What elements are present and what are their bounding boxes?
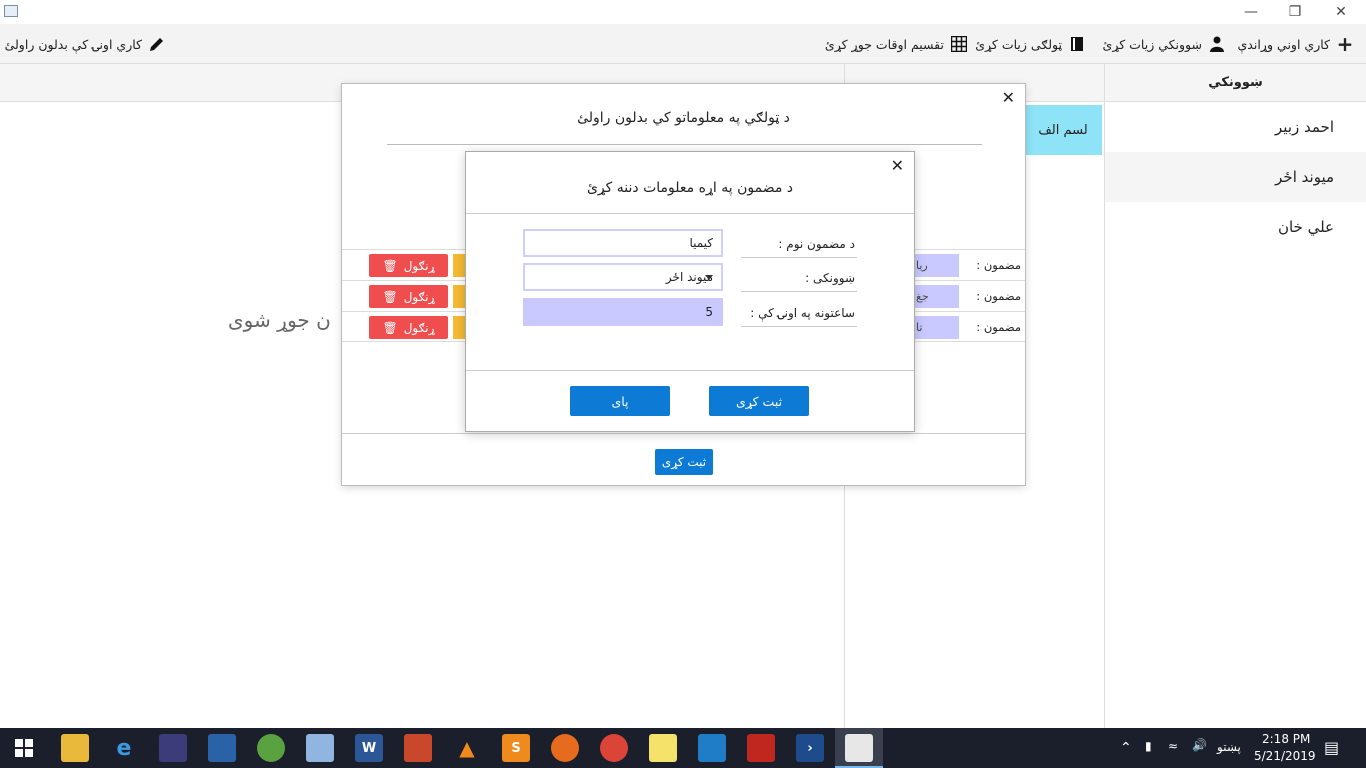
app-icon-2[interactable] bbox=[208, 734, 236, 762]
delete-subject-button[interactable]: ړنګول 🗑 bbox=[369, 316, 448, 339]
vscode-icon[interactable] bbox=[698, 734, 726, 762]
subject-name-input[interactable]: کيميا bbox=[523, 229, 723, 257]
book-icon bbox=[1068, 35, 1086, 53]
vlc-icon[interactable]: ▲ bbox=[453, 734, 481, 762]
windows-start-icon[interactable] bbox=[10, 734, 38, 762]
teachers-panel-header: ښوونكي bbox=[1105, 64, 1366, 102]
teacher-item[interactable]: ميوند اځر bbox=[1105, 152, 1366, 202]
subject-label: مضمون : bbox=[976, 289, 1021, 303]
battery-icon[interactable]: ▮ bbox=[1145, 739, 1152, 753]
clock-date[interactable]: 5/21/2019 bbox=[1254, 749, 1316, 763]
teacher-select[interactable]: ميوند اځر bbox=[523, 263, 723, 291]
java-app-icon[interactable] bbox=[845, 734, 873, 762]
edge-icon[interactable]: e bbox=[110, 734, 138, 762]
close-icon[interactable]: ✕ bbox=[891, 156, 904, 175]
app-icon-3[interactable] bbox=[257, 734, 285, 762]
subject-name-label: د مضمون نوم : bbox=[741, 230, 857, 258]
pencil-icon bbox=[148, 35, 166, 53]
divider bbox=[342, 433, 1025, 434]
toolbar: + كاري اوني وړاندې ښوونكي زيات كړئ ټولګی… bbox=[0, 24, 1366, 64]
add-work-day-button[interactable]: + كاري اوني وړاندې bbox=[1238, 32, 1355, 56]
subject-label: مضمون : bbox=[976, 258, 1021, 272]
teacher-item[interactable]: احمد زبير bbox=[1105, 102, 1366, 152]
file-explorer-icon[interactable] bbox=[61, 734, 89, 762]
save-class-button[interactable]: ثبت کړی bbox=[655, 449, 713, 475]
pdf-reader-icon[interactable] bbox=[747, 734, 775, 762]
app-icon-4[interactable] bbox=[306, 734, 334, 762]
app-icon-1[interactable] bbox=[159, 734, 187, 762]
taskbar: e W ▲ S › ⌃ ▮ ≈ 🔊 پښتو 2:18 PM 5/21/2019… bbox=[0, 728, 1366, 768]
change-work-days-button[interactable]: كاري اونۍ كې بدلون راولئ bbox=[5, 32, 166, 56]
notifications-icon[interactable]: ▤ bbox=[1324, 738, 1339, 757]
divider bbox=[387, 144, 982, 145]
sublime-icon[interactable]: S bbox=[502, 734, 530, 762]
grid-icon bbox=[950, 35, 968, 53]
add-teacher-button[interactable]: ښوونكي زيات كړئ bbox=[1103, 32, 1226, 56]
teacher-item[interactable]: علي خان bbox=[1105, 202, 1366, 252]
hours-input[interactable]: 5 bbox=[523, 298, 723, 326]
subject-value: تا bbox=[913, 316, 959, 339]
trash-icon: 🗑 bbox=[382, 289, 398, 304]
volume-icon[interactable]: 🔊 bbox=[1192, 738, 1207, 752]
create-schedule-button[interactable]: تقسيم اوقات جوړ كړئ bbox=[825, 32, 968, 56]
subject-value: ريا bbox=[913, 254, 959, 277]
delete-subject-button[interactable]: ړنګول 🗑 bbox=[369, 285, 448, 308]
submit-subject-button[interactable]: ثبت کړی bbox=[709, 386, 809, 416]
app-icon bbox=[4, 5, 18, 17]
trash-icon: 🗑 bbox=[382, 320, 398, 335]
powershell-icon[interactable]: › bbox=[796, 734, 824, 762]
chevron-down-icon bbox=[705, 275, 713, 280]
close-window-button[interactable]: ✕ bbox=[1318, 0, 1364, 24]
sticky-notes-icon[interactable] bbox=[649, 734, 677, 762]
word-icon[interactable]: W bbox=[355, 734, 383, 762]
subject-label: مضمون : bbox=[976, 320, 1021, 334]
teachers-panel: ښوونكي احمد زبير ميوند اځر علي خان bbox=[1105, 64, 1366, 728]
firefox-icon[interactable] bbox=[551, 734, 579, 762]
subject-value: جغ bbox=[913, 285, 959, 308]
chrome-icon[interactable] bbox=[600, 734, 628, 762]
language-indicator[interactable]: پښتو bbox=[1217, 740, 1241, 754]
network-icon[interactable]: ≈ bbox=[1168, 739, 1178, 753]
clock-time[interactable]: 2:18 PM bbox=[1262, 732, 1310, 746]
hours-label: ساعتونه په اونۍ کې : bbox=[741, 299, 857, 327]
divider bbox=[466, 370, 914, 371]
subject-info-dialog: ✕ د مضمون په اړه معلومات دننه کړئ د مضمو… bbox=[465, 151, 915, 432]
app-icon-5[interactable] bbox=[404, 734, 432, 762]
schedule-placeholder-text: ن جوړ شوی bbox=[228, 308, 331, 332]
delete-subject-button[interactable]: ړنګول 🗑 bbox=[369, 254, 448, 277]
chevron-up-icon[interactable]: ⌃ bbox=[1120, 740, 1132, 756]
dialog-title: د ټولګي په معلوماتو کي بدلون راولئ bbox=[577, 110, 790, 126]
close-icon[interactable]: ✕ bbox=[1002, 88, 1015, 107]
minimize-button[interactable]: — bbox=[1228, 0, 1274, 24]
user-icon bbox=[1208, 35, 1226, 53]
add-class-button[interactable]: ټولګی زيات كړئ bbox=[975, 32, 1086, 56]
window-titlebar: — ❐ ✕ bbox=[0, 0, 1366, 24]
plus-icon: + bbox=[1336, 32, 1354, 56]
divider bbox=[466, 213, 914, 214]
teacher-label: ښوونکی : bbox=[741, 264, 857, 292]
close-dialog-button[interactable]: پای bbox=[570, 386, 670, 416]
class-item[interactable]: لسم الف bbox=[1024, 105, 1102, 155]
trash-icon: 🗑 bbox=[382, 258, 398, 273]
maximize-button[interactable]: ❐ bbox=[1272, 0, 1318, 24]
dialog-title: د مضمون په اړه معلومات دننه کړئ bbox=[586, 180, 794, 196]
